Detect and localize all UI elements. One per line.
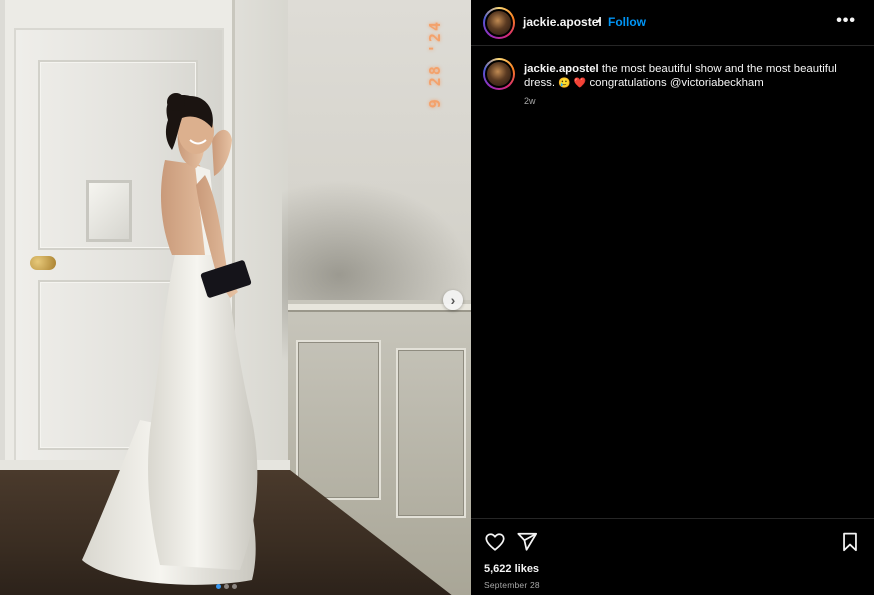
caption-time: 2w <box>524 96 536 106</box>
carousel-dot <box>232 584 237 589</box>
avatar[interactable] <box>483 7 515 39</box>
photo-datestamp: 9 28 '24 <box>426 20 444 109</box>
follow-button[interactable]: Follow <box>608 15 646 29</box>
post-info-panel: jackie.apostel • Follow ••• jackie.apost… <box>471 0 874 595</box>
separator-dot: • <box>597 14 602 28</box>
caption-tail: congratulations @victoriabeckham <box>589 77 764 89</box>
smiling-tear-emoji: 🥲 <box>558 78 571 89</box>
chevron-right-icon: › <box>450 292 456 308</box>
caption-username[interactable]: jackie.apostel <box>524 63 599 75</box>
caption-avatar[interactable] <box>483 58 515 90</box>
likes-count[interactable]: 5,622 likes <box>484 563 539 575</box>
post-photo: 9 28 '24 › <box>0 0 471 595</box>
heart-icon[interactable] <box>484 531 506 553</box>
woman-in-white-gown <box>82 93 258 585</box>
paper-plane-icon[interactable] <box>516 531 538 553</box>
carousel-indicator <box>216 584 237 589</box>
caption-text: jackie.apostel the most beautiful show a… <box>524 62 859 91</box>
carousel-dot-active <box>216 584 221 589</box>
post-date: September 28 <box>484 580 540 590</box>
bookmark-icon[interactable] <box>839 531 861 553</box>
carousel-next-button[interactable]: › <box>443 290 463 310</box>
more-options-icon[interactable]: ••• <box>836 12 856 30</box>
action-bar: 5,622 likes September 28 <box>471 518 874 595</box>
carousel-dot <box>224 584 229 589</box>
red-heart-emoji: ❤️ <box>573 78 587 89</box>
header-username[interactable]: jackie.apostel <box>523 15 602 29</box>
post-header: jackie.apostel • Follow ••• <box>471 0 874 46</box>
